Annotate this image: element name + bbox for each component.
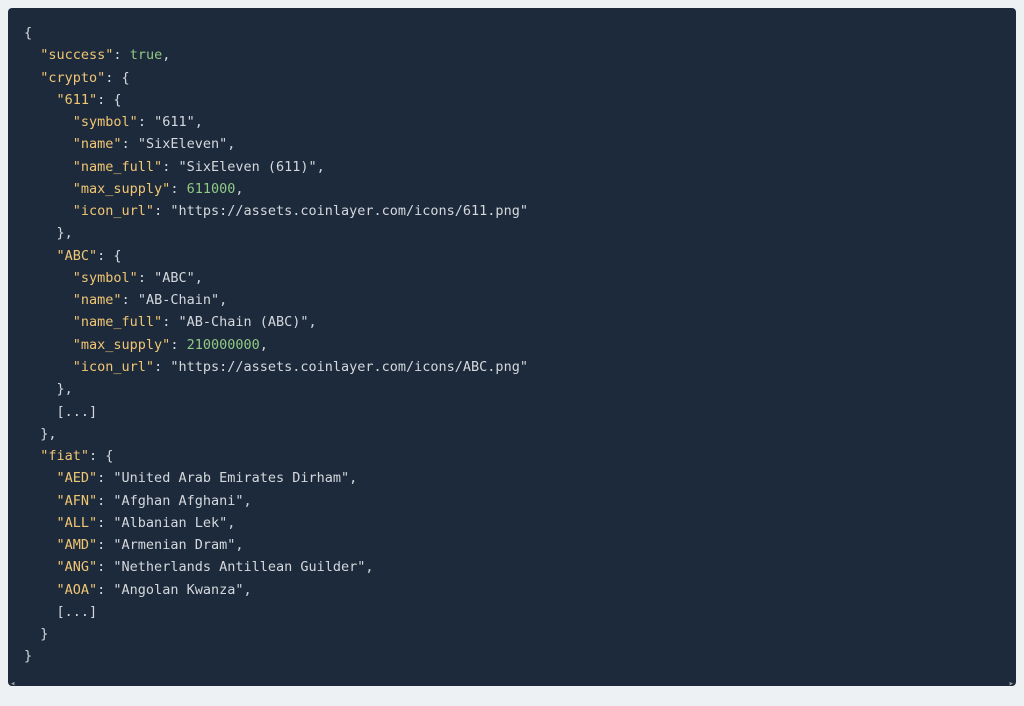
val-abc-name-full: "AB-Chain (ABC)": [178, 314, 308, 330]
val-fiat-aed: "United Arab Emirates Dirham": [113, 470, 349, 486]
json-code-block: { "success": true, "crypto": { "611": { …: [8, 8, 1016, 686]
val-success: true: [130, 47, 163, 63]
val-611-max-supply: 611000: [187, 181, 236, 197]
val-611-icon-url: "https://assets.coinlayer.com/icons/611.…: [170, 203, 528, 219]
key-fiat: "fiat": [40, 448, 89, 464]
ellipsis: [...]: [57, 604, 98, 620]
key-icon-url: "icon_url": [73, 203, 154, 219]
val-fiat-aoa: "Angolan Kwanza": [113, 582, 243, 598]
key-name: "name": [73, 292, 122, 308]
val-611-name: "SixEleven": [138, 136, 227, 152]
val-611-name-full: "SixEleven (611)": [178, 159, 316, 175]
key-crypto: "crypto": [40, 70, 105, 86]
key-fiat-amd: "AMD": [57, 537, 98, 553]
key-fiat-aoa: "AOA": [57, 582, 98, 598]
ellipsis: [...]: [57, 404, 98, 420]
key-name-full: "name_full": [73, 314, 162, 330]
val-fiat-all: "Albanian Lek": [113, 515, 227, 531]
val-fiat-afn: "Afghan Afghani": [113, 493, 243, 509]
key-max-supply: "max_supply": [73, 337, 171, 353]
key-success: "success": [40, 47, 113, 63]
key-symbol: "symbol": [73, 270, 138, 286]
key-name: "name": [73, 136, 122, 152]
key-fiat-ang: "ANG": [57, 559, 98, 575]
val-fiat-ang: "Netherlands Antillean Guilder": [113, 559, 365, 575]
key-fiat-afn: "AFN": [57, 493, 98, 509]
val-abc-name: "AB-Chain": [138, 292, 219, 308]
key-name-full: "name_full": [73, 159, 162, 175]
key-crypto-611: "611": [57, 92, 98, 108]
key-crypto-abc: "ABC": [57, 248, 98, 264]
val-abc-icon-url: "https://assets.coinlayer.com/icons/ABC.…: [170, 359, 528, 375]
code-scroll-container[interactable]: { "success": true, "crypto": { "611": { …: [8, 8, 1016, 690]
val-abc-max-supply: 210000000: [187, 337, 260, 353]
key-icon-url: "icon_url": [73, 359, 154, 375]
key-fiat-all: "ALL": [57, 515, 98, 531]
val-fiat-amd: "Armenian Dram": [113, 537, 235, 553]
brace-open: {: [24, 25, 32, 41]
brace-close: }: [24, 648, 32, 664]
val-611-symbol: "611": [154, 114, 195, 130]
key-symbol: "symbol": [73, 114, 138, 130]
key-fiat-aed: "AED": [57, 470, 98, 486]
val-abc-symbol: "ABC": [154, 270, 195, 286]
key-max-supply: "max_supply": [73, 181, 171, 197]
